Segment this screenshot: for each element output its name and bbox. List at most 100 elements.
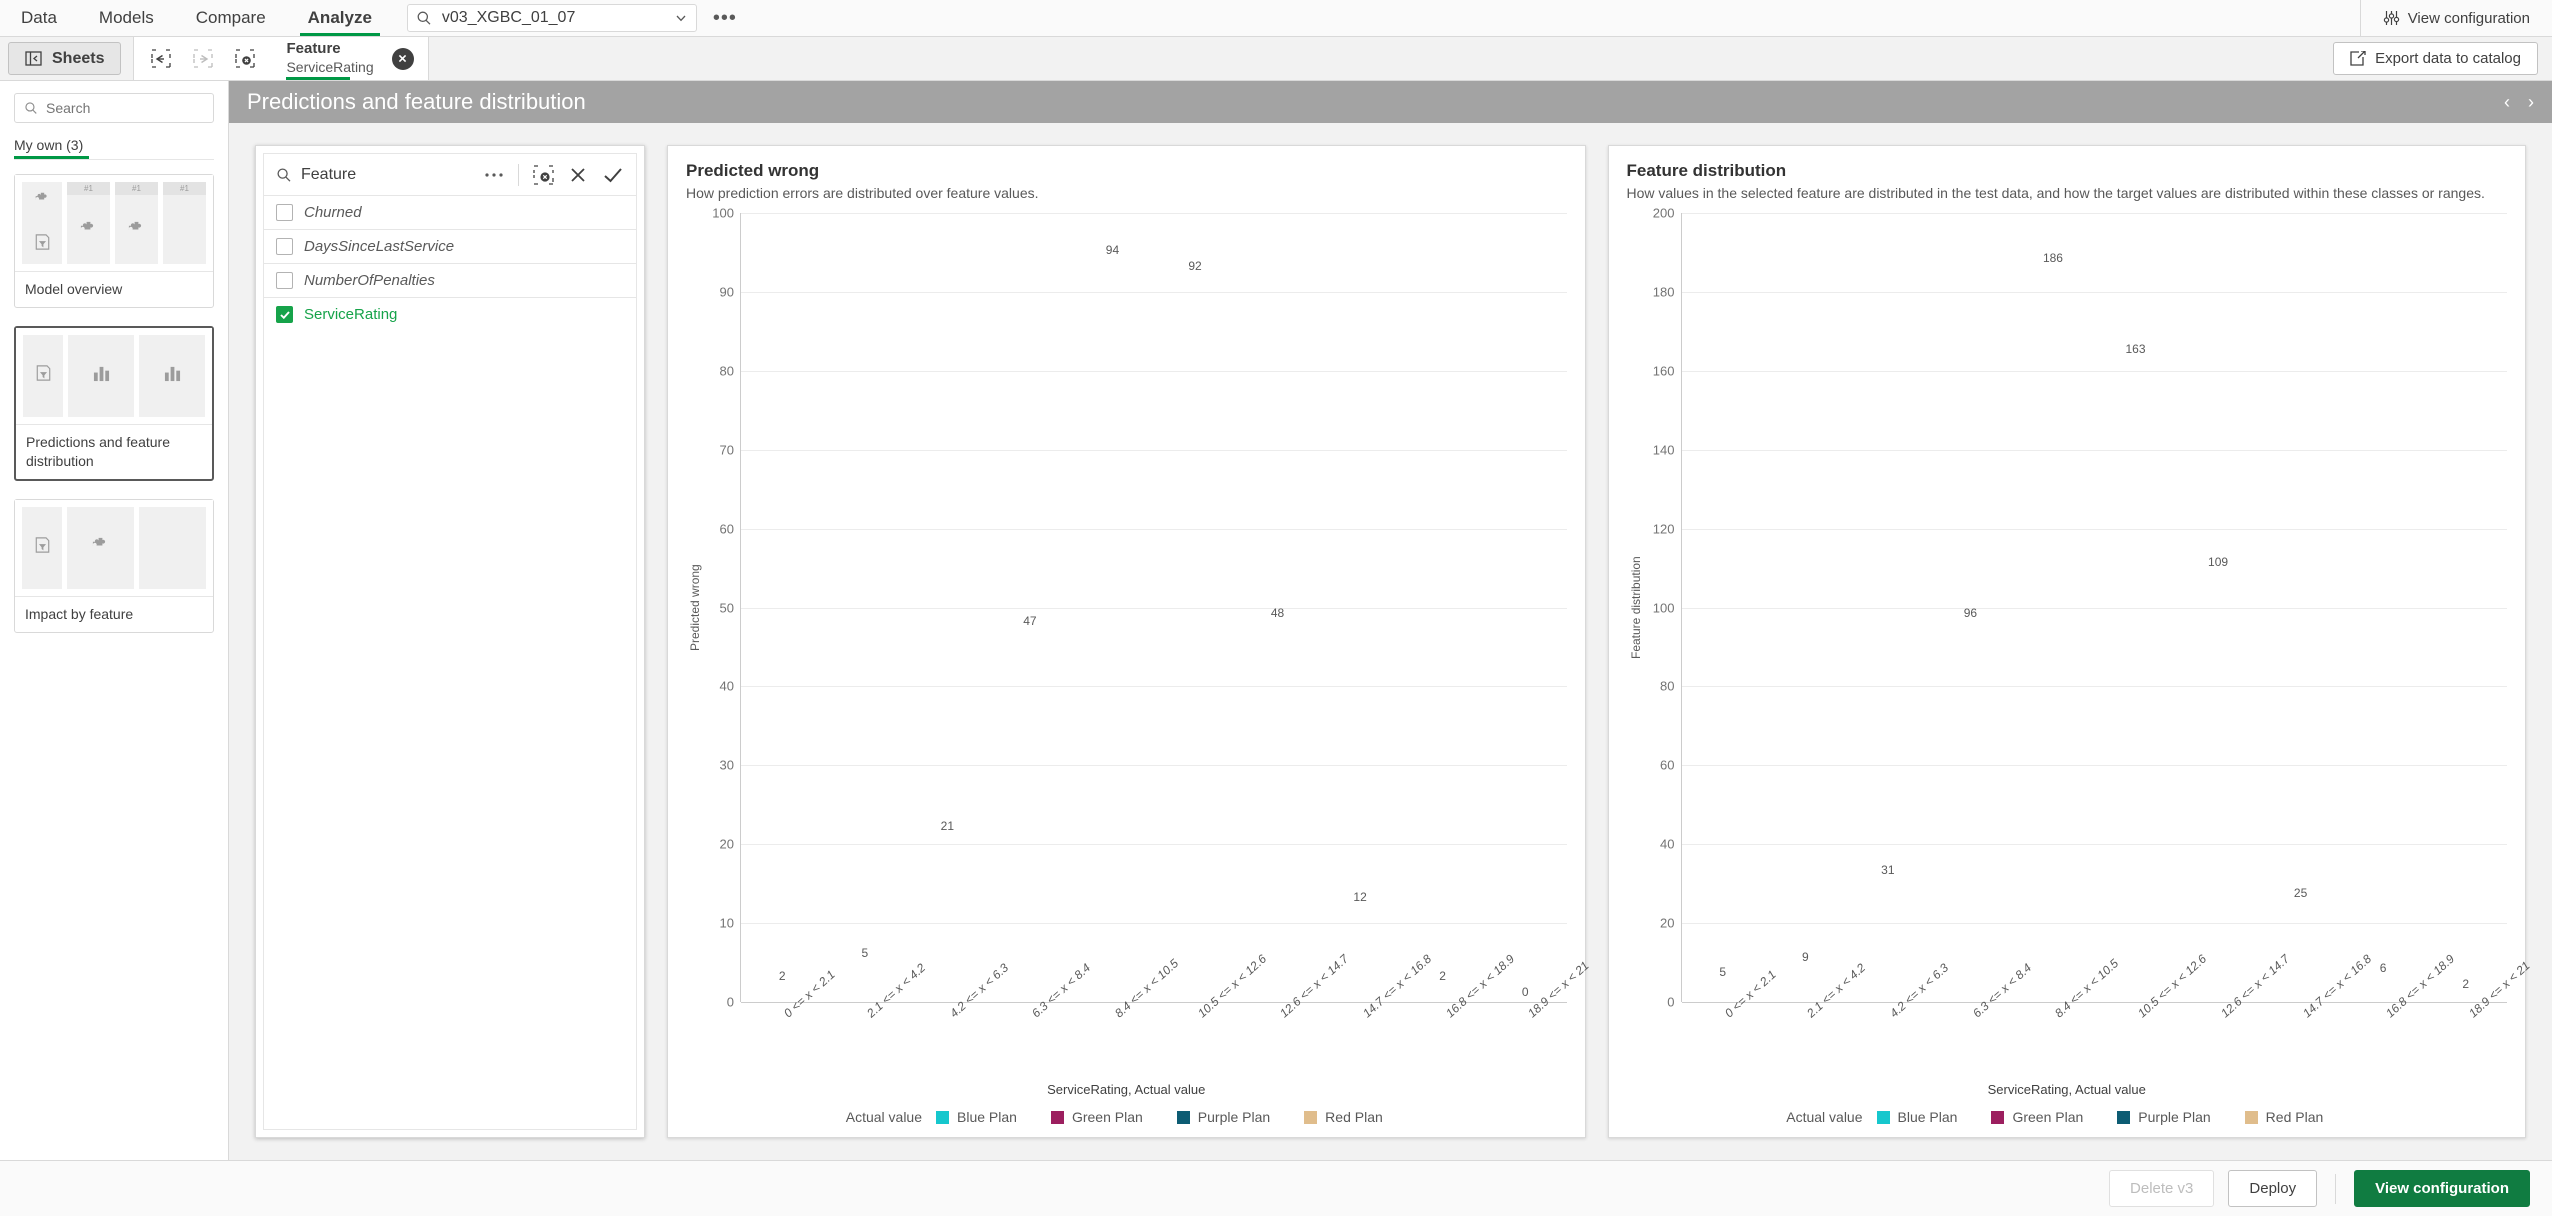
model-version-select[interactable]: v03_XGBC_01_07 <box>406 4 697 32</box>
x-axis-tick[interactable]: 4.2 <= x < 6.3 <box>905 961 1011 1082</box>
bar-group[interactable]: 163 <box>2094 213 2177 1002</box>
x-axis-tick[interactable]: 10.5 <= x < 12.6 <box>1153 952 1269 1082</box>
sheet-group-label: My own (3) <box>14 137 84 153</box>
y-axis-ticks: 0 20 40 60 80 100 120 140 160 180 200 <box>1645 206 1681 1010</box>
sub-toolbar: Sheets Feature ServiceRating Export data… <box>0 37 2552 81</box>
bar-group[interactable]: 5 <box>1682 213 1765 1002</box>
sheet-search-input[interactable] <box>46 100 227 116</box>
checkbox[interactable] <box>276 272 293 289</box>
search-icon[interactable] <box>276 167 292 183</box>
bar-total-label: 21 <box>940 819 955 834</box>
nav-tab-analyze[interactable]: Analyze <box>287 0 393 36</box>
nav-tab-compare-label: Compare <box>195 8 266 27</box>
view-configuration-button[interactable]: View configuration <box>2354 1170 2530 1207</box>
bar-group[interactable]: 12 <box>1319 213 1402 1002</box>
sheet-group-tab-my-own[interactable]: My own (3) <box>14 137 90 159</box>
thumb-column: #1 <box>115 182 158 264</box>
nav-tab-models[interactable]: Models <box>78 0 175 36</box>
sheet-card-model-overview[interactable]: #1 #1 #1 Model overview <box>14 174 214 308</box>
x-axis-tick[interactable]: 14.7 <= x < 16.8 <box>2259 952 2374 1082</box>
legend-item[interactable]: Purple Plan <box>1176 1109 1270 1125</box>
bar-group[interactable]: 31 <box>1847 213 1930 1002</box>
y-axis-tick-label: 140 <box>1652 442 1675 458</box>
feature-item-churned[interactable]: Churned <box>264 195 636 229</box>
more-icon[interactable] <box>484 172 504 178</box>
thumb-cell <box>67 199 110 264</box>
x-axis-tick[interactable]: 2.1 <= x < 4.2 <box>823 961 928 1082</box>
bar-group[interactable]: 94 <box>1071 213 1154 1002</box>
bar-group[interactable]: 9 <box>1764 213 1847 1002</box>
x-axis-tick[interactable]: 8.4 <= x < 10.5 <box>1071 956 1181 1082</box>
deploy-button[interactable]: Deploy <box>2228 1170 2318 1207</box>
x-axis-tick[interactable]: 4.2 <= x < 6.3 <box>1846 961 1951 1082</box>
step-back-button[interactable] <box>140 37 182 80</box>
bar-group[interactable]: 109 <box>2177 213 2260 1002</box>
x-axis-tick[interactable]: 8.4 <= x < 10.5 <box>2011 956 2121 1082</box>
nav-tab-compare[interactable]: Compare <box>175 0 287 36</box>
legend-item[interactable]: Green Plan <box>1991 1109 2083 1125</box>
bar-group[interactable]: 47 <box>989 213 1072 1002</box>
bar-group[interactable]: 2 <box>2424 213 2507 1002</box>
bar-group[interactable]: 5 <box>824 213 907 1002</box>
page-title: Predictions and feature distribution <box>247 89 586 114</box>
clear-chip-icon[interactable] <box>391 47 414 70</box>
model-more-options-button[interactable]: ••• <box>707 0 743 36</box>
nav-tab-data[interactable]: Data <box>0 0 78 36</box>
view-configuration-top-button[interactable]: View configuration <box>2361 0 2552 36</box>
sheet-card-predictions-and-feature-distribution[interactable]: Predictions and feature distribution <box>14 325 214 481</box>
x-axis-tick[interactable]: 6.3 <= x < 8.4 <box>988 961 1093 1082</box>
x-axis-tick-row: 0 <= x < 2.1 2.1 <= x < 4.2 4.2 <= x < 6.3… <box>1681 952 2533 1082</box>
bar-group[interactable]: 0 <box>1484 213 1567 1002</box>
next-sheet-button[interactable]: › <box>2528 92 2534 113</box>
puzzle-icon <box>34 191 51 213</box>
x-axis-tick[interactable]: 18.9 <= x < 21 <box>1484 958 1592 1082</box>
bar-group[interactable]: 21 <box>906 213 989 1002</box>
x-axis-labels: 0 <= x < 2.1 2.1 <= x < 4.2 4.2 <= x < 6.3… <box>1627 952 2533 1082</box>
bar-total-label: 5 <box>1719 965 1727 980</box>
bar-group[interactable]: 2 <box>741 213 824 1002</box>
legend-item[interactable]: Red Plan <box>1304 1109 1383 1125</box>
bar-group[interactable]: 92 <box>1154 213 1237 1002</box>
bar-group[interactable]: 2 <box>1401 213 1484 1002</box>
x-axis-tick[interactable]: 10.5 <= x < 12.6 <box>2094 952 2209 1082</box>
step-back-icon <box>151 49 172 68</box>
x-axis-tick[interactable]: 18.9 <= x < 21 <box>2424 958 2533 1082</box>
bar-group[interactable]: 48 <box>1236 213 1319 1002</box>
x-axis-tick[interactable]: 12.6 <= x < 14.7 <box>2176 952 2292 1082</box>
bar-group[interactable]: 6 <box>2342 213 2425 1002</box>
x-axis-tick[interactable]: 0 <= x < 2.1 <box>1681 967 1779 1082</box>
bar-group[interactable]: 25 <box>2259 213 2342 1002</box>
confirm-icon[interactable] <box>602 165 624 185</box>
feature-item-servicerating[interactable]: ServiceRating <box>264 297 636 331</box>
x-axis-tick[interactable]: 12.6 <= x < 14.7 <box>1236 952 1351 1082</box>
legend-item[interactable]: Blue Plan <box>1876 1109 1957 1125</box>
previous-sheet-button[interactable]: ‹ <box>2504 92 2510 113</box>
x-axis-tick[interactable]: 6.3 <= x < 8.4 <box>1928 961 2034 1082</box>
cancel-icon[interactable] <box>568 165 588 185</box>
export-data-to-catalog-button[interactable]: Export data to catalog <box>2333 42 2538 75</box>
feature-item-dayssincelastservice[interactable]: DaysSinceLastService <box>264 229 636 263</box>
legend-item[interactable]: Blue Plan <box>936 1109 1017 1125</box>
active-selection-chip-feature[interactable]: Feature ServiceRating <box>272 37 429 80</box>
bar-group[interactable]: 186 <box>2012 213 2095 1002</box>
clear-selections-button[interactable] <box>224 37 266 80</box>
sheet-card-impact-by-feature[interactable]: Impact by feature <box>14 498 214 633</box>
feature-item-numberofpenalties[interactable]: NumberOfPenalties <box>264 263 636 297</box>
bar-group[interactable]: 96 <box>1929 213 2012 1002</box>
sheet-search-box[interactable] <box>14 93 227 123</box>
step-forward-button[interactable] <box>182 37 224 80</box>
legend-item[interactable]: Red Plan <box>2244 1109 2323 1125</box>
x-axis-tick[interactable]: 0 <= x < 2.1 <box>740 967 838 1082</box>
legend-item[interactable]: Purple Plan <box>2117 1109 2211 1125</box>
x-axis-tick[interactable]: 14.7 <= x < 16.8 <box>1319 952 1434 1082</box>
x-axis-tick[interactable]: 2.1 <= x < 4.2 <box>1763 961 1868 1082</box>
x-axis-tick[interactable]: 16.8 <= x < 18.9 <box>2342 952 2457 1082</box>
delete-version-button[interactable]: Delete v3 <box>2109 1170 2215 1207</box>
checkbox[interactable] <box>276 238 293 255</box>
checkbox-checked[interactable] <box>276 306 293 323</box>
x-axis-tick[interactable]: 16.8 <= x < 18.9 <box>1401 952 1517 1082</box>
checkbox[interactable] <box>276 204 293 221</box>
clear-selection-icon[interactable] <box>533 165 554 185</box>
sheets-button[interactable]: Sheets <box>8 42 122 75</box>
legend-item[interactable]: Green Plan <box>1050 1109 1143 1125</box>
